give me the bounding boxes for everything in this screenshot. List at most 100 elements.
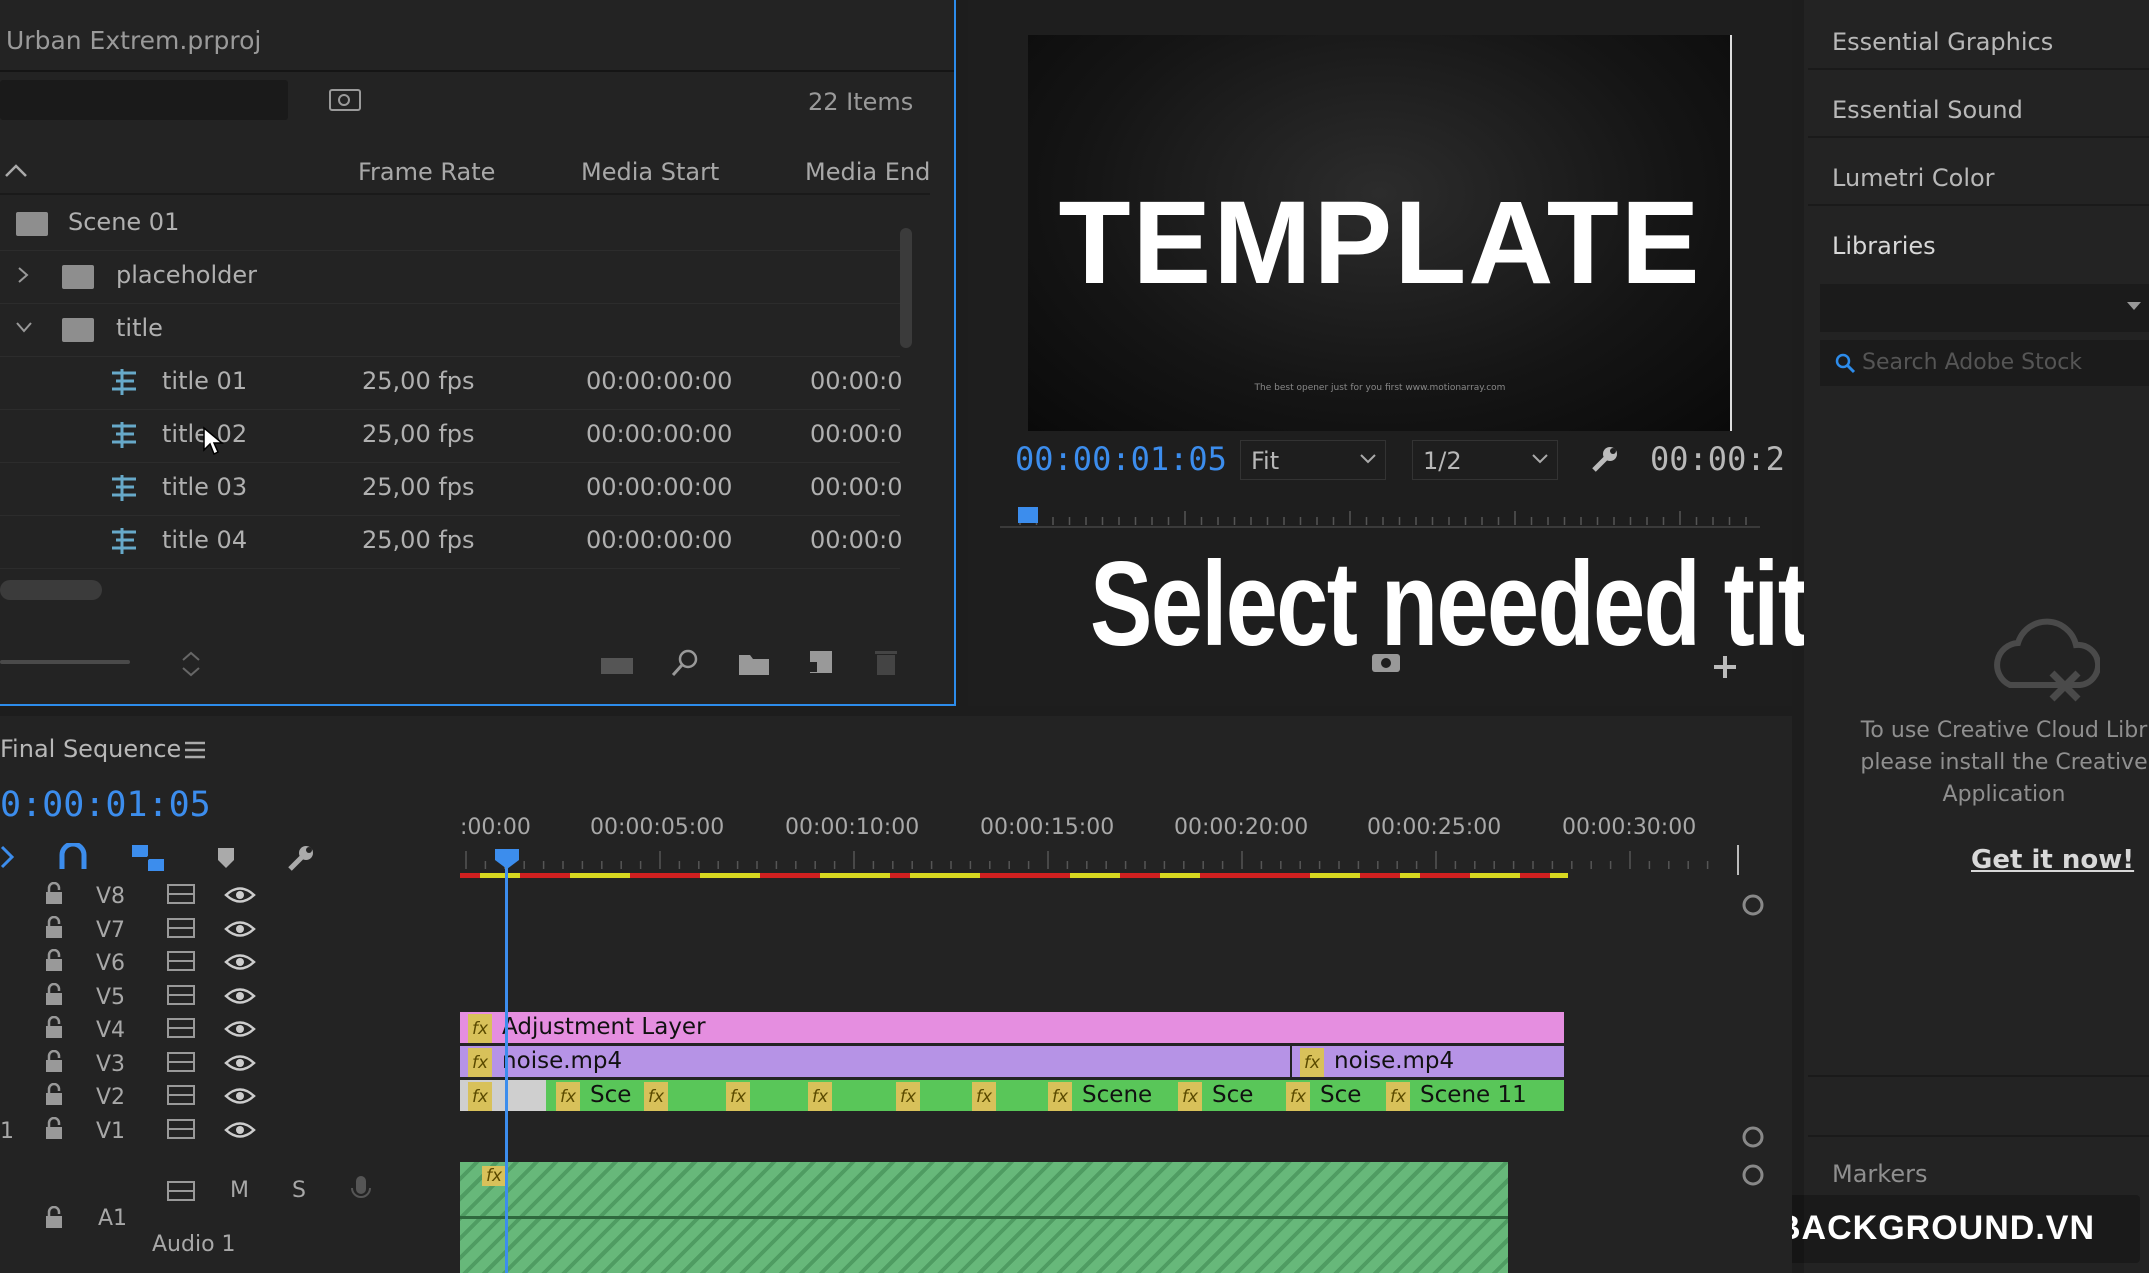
timeline-settings-wrench-icon[interactable]: [284, 843, 316, 875]
project-search-input[interactable]: [0, 80, 288, 120]
scene-clip[interactable]: fx Sce: [1170, 1080, 1276, 1111]
sync-lock-icon[interactable]: [166, 916, 196, 940]
mute-button[interactable]: M: [230, 1178, 249, 1203]
scene-clip[interactable]: fx: [718, 1080, 798, 1111]
panel-essential-sound[interactable]: Essential Sound: [1832, 96, 2023, 124]
project-title[interactable]: Urban Extrem.prproj: [6, 26, 261, 55]
list-item[interactable]: title 03 25,00 fps 00:00:00:00 00:00:0: [0, 463, 903, 516]
list-item[interactable]: title: [0, 304, 900, 357]
track-label[interactable]: V5: [96, 985, 125, 1010]
track-label[interactable]: V8: [96, 884, 125, 909]
eye-icon[interactable]: [224, 1052, 256, 1074]
scene-clip[interactable]: fx: [800, 1080, 886, 1111]
scene-clip[interactable]: fx Scene: [1040, 1080, 1168, 1111]
linked-selection-icon[interactable]: [130, 843, 166, 873]
library-dropdown[interactable]: [1820, 284, 2149, 332]
lock-icon[interactable]: [44, 1050, 64, 1074]
noise-clip[interactable]: fx noise.mp4: [1292, 1046, 1564, 1077]
adjustment-layer-clip[interactable]: fx Adjustment Layer: [460, 1012, 1564, 1043]
scroll-handle-icon[interactable]: [1740, 1162, 1766, 1188]
panel-menu-icon[interactable]: [184, 740, 206, 760]
sync-lock-icon[interactable]: [166, 983, 196, 1007]
chevron-right-icon[interactable]: [16, 265, 30, 285]
lock-icon[interactable]: [44, 1117, 64, 1141]
list-item[interactable]: title 02 25,00 fps 00:00:00:00 00:00:0: [0, 410, 903, 463]
list-item[interactable]: Scene 01: [0, 198, 900, 251]
panel-essential-graphics[interactable]: Essential Graphics: [1832, 28, 2053, 56]
bin-search-icon[interactable]: [328, 86, 362, 112]
track-target-label[interactable]: 1: [0, 1119, 14, 1144]
sync-lock-icon[interactable]: [166, 1050, 196, 1074]
new-bin-icon[interactable]: [738, 652, 770, 676]
column-media-start[interactable]: Media Start: [581, 158, 719, 186]
noise-clip[interactable]: fx noise.mp4: [460, 1046, 1290, 1077]
sync-lock-icon[interactable]: [166, 1016, 196, 1040]
playhead-line[interactable]: [505, 850, 508, 1273]
vertical-scrollbar[interactable]: [900, 228, 912, 348]
get-it-now-link[interactable]: Get it now!: [1971, 845, 2134, 875]
column-frame-rate[interactable]: Frame Rate: [358, 158, 495, 186]
scroll-handle-icon[interactable]: [1740, 1124, 1766, 1150]
scene-clip[interactable]: fx: [888, 1080, 962, 1111]
scene-clip[interactable]: fx Scene 11: [1378, 1080, 1564, 1111]
lock-icon[interactable]: [44, 983, 64, 1007]
lock-icon[interactable]: [44, 1206, 64, 1230]
zoom-slider[interactable]: [0, 660, 130, 664]
resolution-dropdown[interactable]: 1/2: [1412, 440, 1558, 480]
sync-lock-icon[interactable]: [166, 1083, 196, 1107]
program-timeline-ruler[interactable]: [1000, 505, 1760, 535]
microphone-icon[interactable]: [350, 1174, 372, 1204]
sort-up-icon[interactable]: [4, 162, 28, 178]
track-label[interactable]: V3: [96, 1052, 125, 1077]
sync-lock-icon[interactable]: [166, 882, 196, 906]
horizontal-scrollbar[interactable]: [0, 580, 102, 600]
panel-libraries[interactable]: Libraries: [1832, 232, 1936, 260]
track-label[interactable]: V6: [96, 951, 125, 976]
eye-icon[interactable]: [224, 1119, 256, 1141]
sync-lock-icon[interactable]: [166, 949, 196, 973]
eye-icon[interactable]: [224, 884, 256, 906]
freeform-view-icon[interactable]: [600, 654, 634, 678]
list-item[interactable]: title 01 25,00 fps 00:00:00:00 00:00:0: [0, 357, 903, 410]
list-item[interactable]: placeholder: [0, 251, 900, 304]
fit-dropdown[interactable]: Fit: [1240, 440, 1386, 480]
lock-icon[interactable]: [44, 1083, 64, 1107]
program-timecode[interactable]: 00:00:01:05: [1015, 440, 1227, 478]
solo-button[interactable]: S: [292, 1178, 306, 1203]
wrench-icon[interactable]: [1588, 444, 1620, 476]
scroll-handle-icon[interactable]: [1740, 892, 1766, 918]
stock-search-input[interactable]: Search Adobe Stock: [1820, 340, 2149, 386]
scene-clip[interactable]: fx Sce: [548, 1080, 634, 1111]
panel-markers[interactable]: Markers: [1832, 1160, 1927, 1188]
nest-toggle-icon[interactable]: [0, 843, 16, 871]
eye-icon[interactable]: [224, 951, 256, 973]
panel-lumetri-color[interactable]: Lumetri Color: [1832, 164, 1995, 192]
scene-clip[interactable]: fx Sce: [1278, 1080, 1376, 1111]
track-label-a1[interactable]: A1: [98, 1206, 127, 1231]
column-media-end[interactable]: Media End: [805, 158, 930, 186]
eye-icon[interactable]: [224, 1018, 256, 1040]
track-label[interactable]: V1: [96, 1119, 125, 1144]
lock-icon[interactable]: [44, 882, 64, 906]
scene-clip[interactable]: fx: [964, 1080, 1038, 1111]
timeline-ruler[interactable]: [460, 845, 1750, 885]
chevron-down-icon[interactable]: [14, 320, 34, 334]
track-label[interactable]: V2: [96, 1085, 125, 1110]
new-item-icon[interactable]: [806, 650, 834, 676]
lock-icon[interactable]: [44, 949, 64, 973]
sync-lock-icon[interactable]: [166, 1117, 196, 1141]
eye-icon[interactable]: [224, 1085, 256, 1107]
track-label[interactable]: V4: [96, 1018, 125, 1043]
track-label[interactable]: V7: [96, 918, 125, 943]
trash-icon[interactable]: [874, 648, 898, 676]
scene-clip[interactable]: fx: [636, 1080, 716, 1111]
search-icon[interactable]: [670, 648, 700, 678]
eye-icon[interactable]: [224, 985, 256, 1007]
lock-icon[interactable]: [44, 916, 64, 940]
sequence-tab[interactable]: Final Sequence: [0, 735, 181, 763]
lock-icon[interactable]: [44, 1016, 64, 1040]
add-marker-icon[interactable]: [216, 846, 236, 870]
list-item[interactable]: title 04 25,00 fps 00:00:00:00 00:00:0: [0, 516, 903, 569]
timeline-timecode[interactable]: 0:00:01:05: [0, 785, 211, 825]
scene-clip[interactable]: fx: [460, 1080, 546, 1111]
